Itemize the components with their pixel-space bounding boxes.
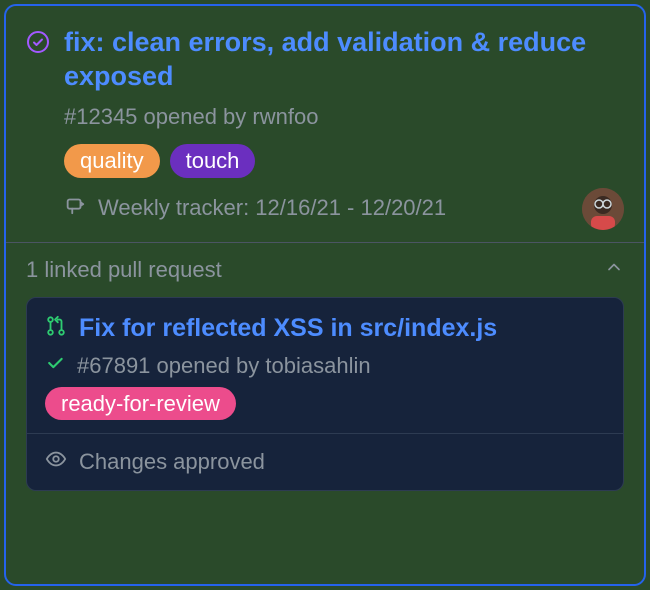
avatar[interactable]: [582, 188, 624, 230]
pr-title-link[interactable]: Fix for reflected XSS in src/index.js: [79, 314, 497, 343]
pull-request-icon: [45, 315, 67, 342]
issue-card: fix: clean errors, add validation & redu…: [4, 4, 646, 586]
label-pill[interactable]: ready-for-review: [45, 387, 236, 420]
pr-meta-row: #67891 opened by tobiasahlin: [45, 353, 605, 379]
pr-status-row: Changes approved: [27, 433, 623, 490]
check-icon: [45, 353, 65, 378]
eye-icon: [45, 448, 67, 476]
issue-labels: quality touch: [64, 144, 624, 178]
issue-meta: #12345 opened by rwnfoo: [64, 104, 624, 130]
pr-meta: #67891 opened by tobiasahlin: [77, 353, 371, 379]
pr-card: Fix for reflected XSS in src/index.js #6…: [26, 297, 624, 491]
pr-labels: ready-for-review: [45, 391, 605, 417]
chevron-up-icon: [604, 257, 624, 283]
pr-body: Fix for reflected XSS in src/index.js #6…: [27, 298, 623, 433]
linked-pr-count: 1 linked pull request: [26, 257, 222, 283]
label-pill[interactable]: touch: [170, 144, 256, 178]
pr-title-row: Fix for reflected XSS in src/index.js: [45, 314, 605, 343]
label-pill[interactable]: quality: [64, 144, 160, 178]
issue-title-row: fix: clean errors, add validation & redu…: [26, 26, 624, 94]
open-issue-icon: [26, 30, 50, 59]
milestone-text: Weekly tracker: 12/16/21 - 12/20/21: [98, 195, 446, 221]
linked-pr-header[interactable]: 1 linked pull request: [6, 243, 644, 297]
issue-title-link[interactable]: fix: clean errors, add validation & redu…: [64, 26, 624, 94]
pr-status-text: Changes approved: [79, 449, 265, 475]
milestone-icon: [64, 194, 86, 222]
issue-section: fix: clean errors, add validation & redu…: [6, 6, 644, 243]
milestone-row: Weekly tracker: 12/16/21 - 12/20/21: [64, 194, 624, 222]
